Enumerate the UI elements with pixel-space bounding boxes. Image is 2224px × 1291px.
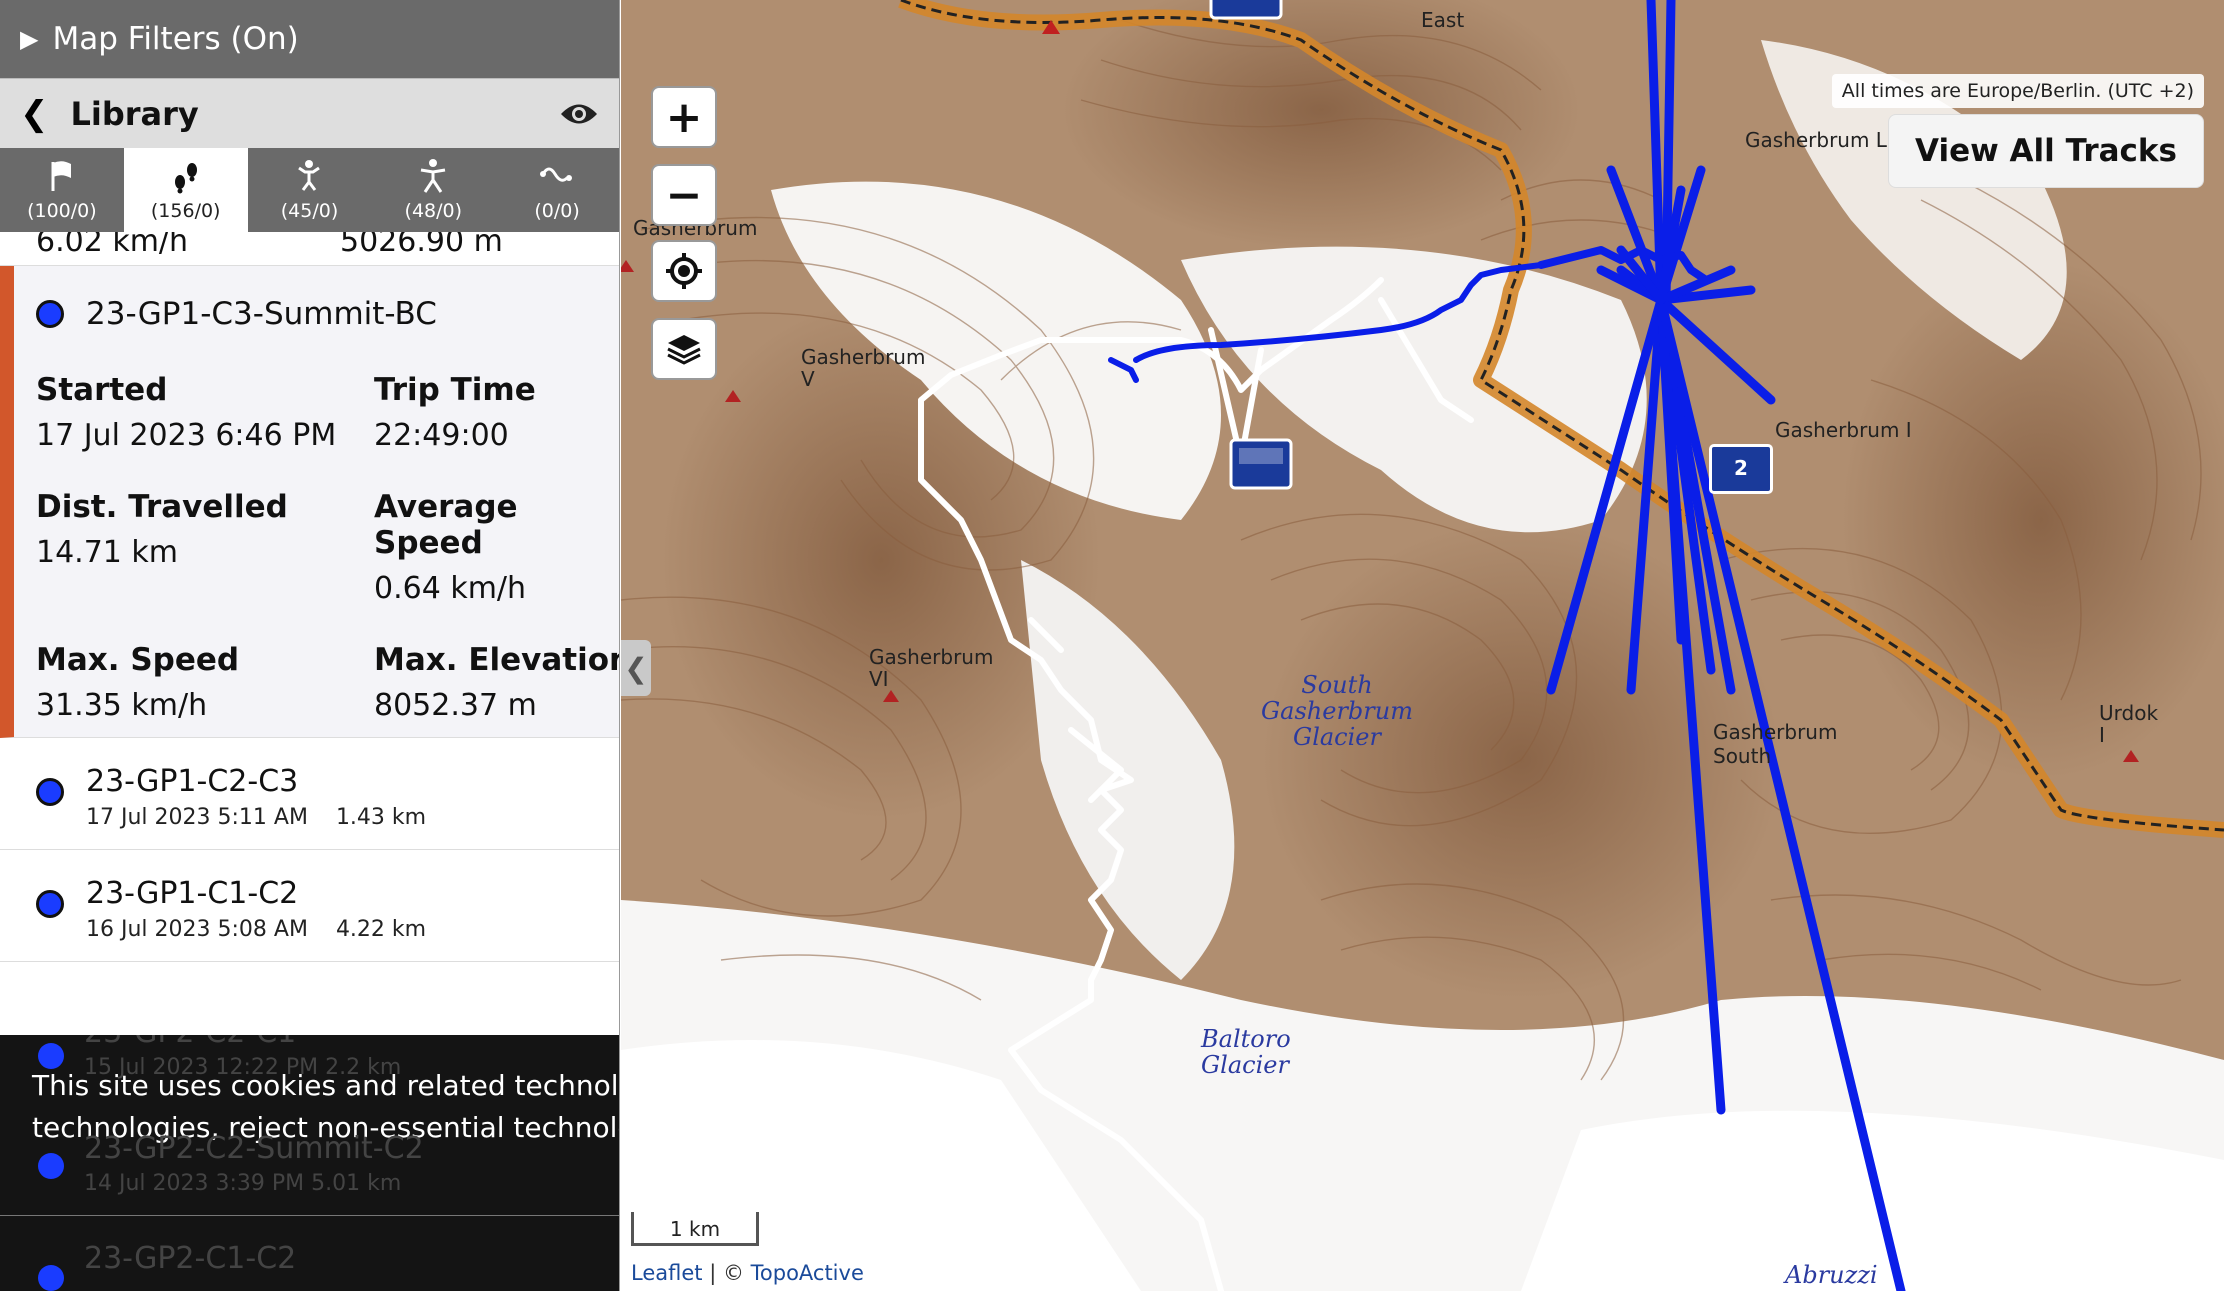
locate-button[interactable] [651,240,717,302]
scale-bar: 1 km [631,1212,759,1246]
map-view[interactable]: East Gasherbrum La Gasherbrum Gasherbrum… [621,0,2224,1291]
glacier-label: South Gasherbrum Glacier [1261,671,1413,751]
track-distance: 4.22 km [335,917,427,942]
stat-label: Dist. Travelled [36,489,288,525]
view-all-tracks-button[interactable]: View All Tracks [1888,114,2204,188]
map-label: Gasherbrum South [1713,720,1838,768]
tab-people[interactable]: (48/0) [371,148,495,232]
track-color-dot [38,1153,64,1179]
selected-track-card[interactable]: 23-GP1-C3-Summit-BC Started 17 Jul 2023 … [0,266,619,738]
speed-value: 6.02 km/h [36,232,189,259]
map-label: Gasherbrum V [801,345,926,391]
track-name: 23-GP1-C1-C2 [86,876,299,911]
stat-value: 17 Jul 2023 6:46 PM [36,418,337,453]
cookie-banner: 23-GP2-C2-C1 15 Jul 2023 12:22 PM 2.2 km… [0,1035,619,1291]
expand-triangle-icon: ▶ [20,25,39,53]
track-color-dot [36,890,64,918]
topoactive-link[interactable]: TopoActive [751,1261,864,1285]
person-icon [421,159,446,193]
map-label: Gasherbrum La [1745,128,1900,152]
ghost-track-name: 23-GP2-C1-C2 [84,1241,297,1276]
track-stats: Started 17 Jul 2023 6:46 PM Trip Time 22… [36,372,620,759]
map-label: East [1421,8,1465,32]
eye-icon[interactable] [559,101,599,127]
map-label: Gasherbrum VI [869,645,994,691]
elevation-value: 5026.90 m [340,232,503,259]
map-terrain [621,0,2224,1291]
tab-markers[interactable]: (100/0) [0,148,124,232]
track-color-dot [38,1265,64,1291]
camp-marker [1229,438,1293,490]
stat-label: Max. Elevation [374,642,620,678]
footprints-icon [174,163,197,194]
layers-button[interactable] [651,318,717,380]
attribution-separator: | © [702,1261,751,1285]
stat-label: Average Speed [374,489,518,561]
climber-icon [298,160,321,191]
zoom-in-button[interactable]: + [651,86,717,148]
library-sidebar: ▶ Map Filters (On) ❮ Library (100/0) (15… [0,0,620,1291]
tab-tracks[interactable]: (156/0) [123,148,248,232]
stat-value: 22:49:00 [374,418,509,453]
layers-icon [667,335,701,365]
stat-value: 8052.37 m [374,688,537,723]
zoom-out-label: − [665,169,703,221]
tab-count: (48/0) [404,200,463,222]
map-attribution: Leaflet | © TopoActive [621,1257,874,1291]
list-item[interactable]: 23-GP1-C1-C2 16 Jul 2023 5:08 AM 4.22 km [0,850,619,962]
crosshair-icon [666,253,702,289]
library-header: ❮ Library [0,78,619,148]
selected-track-name: 23-GP1-C3-Summit-BC [86,296,437,332]
track-cluster-marker[interactable]: 2 [1709,444,1773,494]
track-date: 16 Jul 2023 5:08 AM [86,917,308,942]
timezone-note: All times are Europe/Berlin. (UTC +2) [1831,74,2204,108]
stat-label: Max. Speed [36,642,240,678]
stat-label: Started [36,372,168,408]
tab-count: (0/0) [534,200,580,222]
route-icon [540,167,573,182]
chevron-left-icon: ❮ [624,651,648,685]
track-name: 23-GP1-C2-C3 [86,764,299,799]
collapse-sidebar-handle[interactable]: ❮ [621,640,651,696]
cluster-count: 2 [1734,456,1748,480]
ghost-track-name: 23-GP2-C2-C1 [84,1035,296,1050]
glacier-label: Baltoro Glacier [1201,1025,1291,1079]
stat-label: Trip Time [374,372,536,408]
track-color-dot [36,300,64,328]
stat-value: 0.64 km/h [374,571,527,606]
zoom-in-label: + [665,91,703,143]
map-filters-label: Map Filters (On) [52,21,299,57]
map-label: Urdok I [2099,701,2159,747]
flag-icon [51,161,71,191]
map-filters-toggle[interactable]: ▶ Map Filters (On) [0,0,619,78]
ghost-track-name: 23-GP2-C2-Summit-C2 [84,1131,424,1166]
stat-value: 14.71 km [36,535,179,570]
library-tabs: (100/0) (156/0) (45/0) (48/0) (0/0) [0,148,619,232]
ghost-track-meta: 14 Jul 2023 3:39 PM 5.01 km [84,1171,402,1196]
leaflet-link[interactable]: Leaflet [631,1261,703,1285]
tab-count: (156/0) [150,200,221,222]
library-title: Library [70,94,199,133]
stat-value: 31.35 km/h [36,688,208,723]
tab-climbs[interactable]: (45/0) [248,148,372,232]
list-item[interactable]: 6.02 km/h 5026.90 m [0,232,619,266]
track-color-dot [38,1043,64,1069]
back-chevron-icon[interactable]: ❮ [20,94,49,134]
map-label: Gasherbrum I [1775,418,1912,442]
tab-count: (100/0) [27,200,97,222]
zoom-out-button[interactable]: − [651,164,717,226]
glacier-label: Abruzzi [1785,1261,1878,1289]
track-distance: 1.43 km [335,805,427,830]
track-color-dot [36,778,64,806]
track-date: 17 Jul 2023 5:11 AM [86,805,308,830]
cookie-text-line: This site uses cookies and related techn… [32,1069,619,1102]
divider [0,1215,619,1216]
tab-count: (45/0) [280,200,339,222]
tab-routes[interactable]: (0/0) [495,148,619,232]
